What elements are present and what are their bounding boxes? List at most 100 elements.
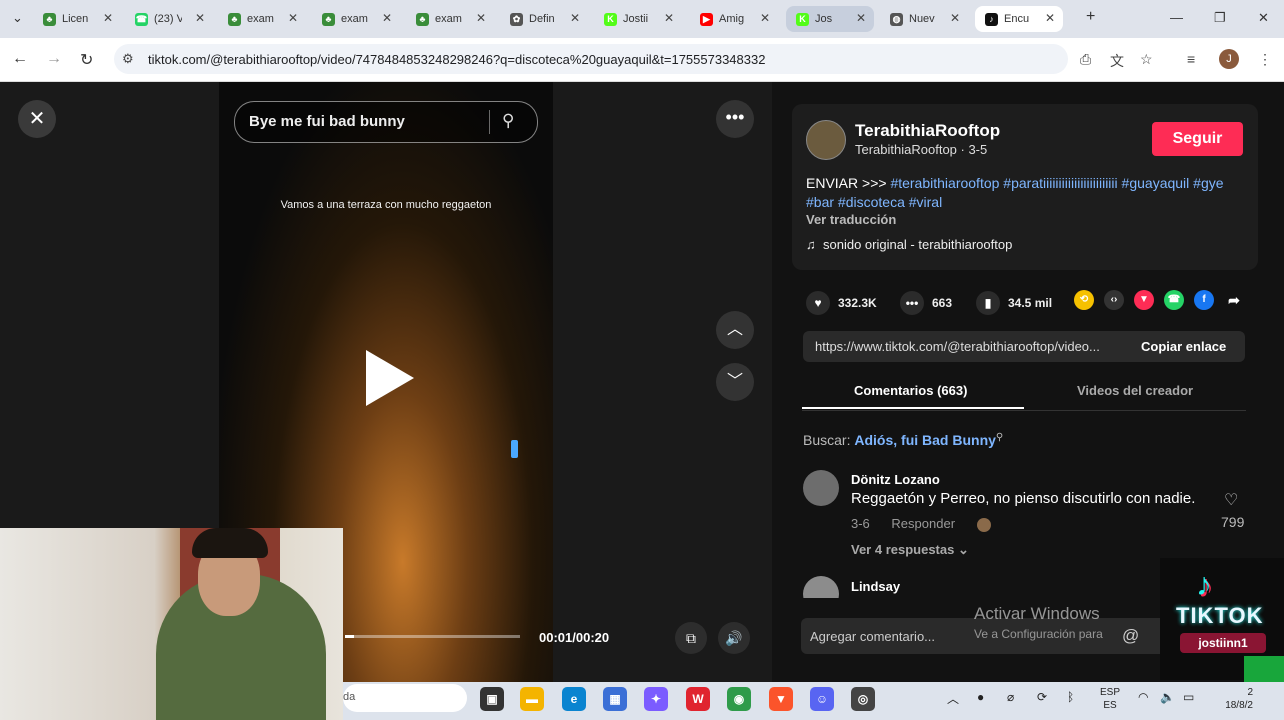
hashtag-link[interactable]: #terabithiarooftop <box>890 175 999 191</box>
copy-link-button[interactable]: Copiar enlace <box>1141 339 1226 354</box>
close-window-icon[interactable]: ✕ <box>1258 10 1269 26</box>
tab-search-icon[interactable]: ⌄ <box>12 10 23 26</box>
save-button[interactable]: ▮ 34.5 mil <box>976 291 1052 315</box>
close-video-button[interactable]: ✕ <box>18 100 56 138</box>
new-tab-icon[interactable]: + <box>1086 8 1095 26</box>
browser-tab[interactable]: ▶ Amig ✕ <box>690 6 778 32</box>
browser-tab[interactable]: ✿ Defin ✕ <box>500 6 588 32</box>
hashtag-link[interactable]: #guayaquil <box>1122 175 1190 191</box>
previous-video-button[interactable]: ︿ <box>716 311 754 349</box>
video-search-bar[interactable]: Bye me fui bad bunny ⚲ <box>234 101 538 143</box>
battery-icon[interactable]: ▭ <box>1183 690 1194 704</box>
wps-icon[interactable]: W <box>686 687 710 711</box>
comment-avatar[interactable] <box>803 470 839 506</box>
obs-icon[interactable]: ◎ <box>851 687 875 711</box>
comment-button[interactable]: ••• 663 <box>900 291 952 315</box>
comment-username[interactable]: Lindsay <box>851 579 900 594</box>
maximize-icon[interactable]: ❐ <box>1214 10 1226 26</box>
close-tab-icon[interactable]: ✕ <box>103 11 113 25</box>
floating-player-icon[interactable]: ⧉ <box>675 622 707 654</box>
tray-bluetooth-icon[interactable]: ᛒ <box>1067 690 1074 704</box>
brave-icon[interactable]: ▼ <box>769 687 793 711</box>
site-info-icon[interactable]: ⚙ <box>122 51 134 67</box>
browser-tab[interactable]: ♣ Licen ✕ <box>33 6 121 32</box>
bookmark-star-icon[interactable]: ☆ <box>1140 51 1153 68</box>
browser-tab[interactable]: K Jostii ✕ <box>594 6 682 32</box>
browser-menu-icon[interactable]: ⋮ <box>1258 51 1272 68</box>
close-tab-icon[interactable]: ✕ <box>950 11 960 25</box>
channel-name[interactable]: TerabithiaRooftop <box>855 121 1000 141</box>
minimize-icon[interactable]: — <box>1170 10 1183 25</box>
edge-icon[interactable]: e <box>562 687 586 711</box>
browser-tab[interactable]: K Jos ✕ <box>786 6 874 32</box>
browser-tab[interactable]: ☎ (23) V ✕ <box>125 6 213 32</box>
like-button[interactable]: ♥ 332.3K <box>806 291 877 315</box>
hashtag-link[interactable]: #discoteca <box>838 194 905 210</box>
back-icon[interactable]: ← <box>12 50 28 68</box>
copilot-icon[interactable]: ✦ <box>644 687 668 711</box>
music-info[interactable]: ♫ sonido original - terabithiarooftop <box>806 237 1012 252</box>
tab-comments[interactable]: Comentarios (663) <box>854 383 967 398</box>
comment-like-icon[interactable]: ♡ <box>1224 490 1238 510</box>
tray-app-icon[interactable]: ● <box>977 690 984 704</box>
chrome-icon[interactable]: ◉ <box>727 687 751 711</box>
send-icon[interactable]: ▼ <box>1134 290 1154 310</box>
browser-tab[interactable]: ◍ Nuev ✕ <box>880 6 968 32</box>
facebook-icon[interactable]: f <box>1194 290 1214 310</box>
profile-avatar[interactable]: J <box>1219 49 1239 69</box>
taskbar-search[interactable]: da <box>343 684 467 712</box>
comment-username[interactable]: Dönitz Lozano <box>851 472 940 487</box>
volume-icon[interactable]: 🔊 <box>718 622 750 654</box>
search-suggestion[interactable]: Buscar: Adiós, fui Bad Bunny⚲ <box>803 432 1003 448</box>
reload-icon[interactable]: ↻ <box>80 50 93 70</box>
hashtag-link[interactable]: #gye <box>1193 175 1223 191</box>
close-tab-icon[interactable]: ✕ <box>760 11 770 25</box>
task-view-icon[interactable]: ▣ <box>480 687 504 711</box>
hashtag-link[interactable]: #paratiiiiiiiiiiiiiiiiiiiiiiii <box>1003 175 1117 191</box>
tab-creator-videos[interactable]: Videos del creador <box>1077 383 1193 398</box>
close-tab-icon[interactable]: ✕ <box>856 11 866 25</box>
url-field[interactable]: ⚙ tiktok.com/@terabithiarooftop/video/74… <box>114 44 1068 74</box>
tray-sync-icon[interactable]: ⟳ <box>1037 690 1047 704</box>
speaker-icon[interactable]: 🔈 <box>1160 690 1175 704</box>
mention-icon[interactable]: @ <box>1122 626 1139 646</box>
browser-tab[interactable]: ♣ exam ✕ <box>312 6 400 32</box>
forward-icon[interactable]: → <box>46 50 62 68</box>
next-video-button[interactable]: ﹀ <box>716 363 754 401</box>
tray-expand-icon[interactable]: ︿ <box>947 690 959 707</box>
share-arrow-icon[interactable]: ➦ <box>1224 290 1244 310</box>
browser-tab[interactable]: ♪ Encu ✕ <box>975 6 1063 32</box>
hashtag-link[interactable]: #viral <box>909 194 942 210</box>
close-tab-icon[interactable]: ✕ <box>570 11 580 25</box>
repost-icon[interactable]: ⟲ <box>1074 290 1094 310</box>
search-suggestion-keyword[interactable]: Adiós, fui Bad Bunny <box>854 432 996 448</box>
translate-icon[interactable]: 文 <box>1110 51 1124 71</box>
embed-icon[interactable]: ‹› <box>1104 290 1124 310</box>
close-tab-icon[interactable]: ✕ <box>382 11 392 25</box>
channel-avatar[interactable] <box>806 120 846 160</box>
install-app-icon[interactable]: ⎙ <box>1080 51 1091 68</box>
browser-tab[interactable]: ♣ exam ✕ <box>406 6 494 32</box>
media-queue-icon[interactable]: ≡ <box>1187 51 1195 67</box>
whatsapp-icon[interactable]: ☎ <box>1164 290 1184 310</box>
close-tab-icon[interactable]: ✕ <box>664 11 674 25</box>
store-icon[interactable]: ▦ <box>603 687 627 711</box>
taskbar-clock[interactable]: 2 18/8/2 <box>1213 686 1253 712</box>
discord-icon[interactable]: ☺ <box>810 687 834 711</box>
video-progress-bar[interactable] <box>345 635 520 638</box>
hashtag-link[interactable]: #bar <box>806 194 834 210</box>
reply-button[interactable]: Responder <box>891 516 955 531</box>
more-options-button[interactable]: ••• <box>716 100 754 138</box>
play-icon[interactable] <box>366 350 414 406</box>
wifi-icon[interactable]: ◠ <box>1138 690 1148 704</box>
file-explorer-icon[interactable]: ▬ <box>520 687 544 711</box>
search-icon[interactable]: ⚲ <box>502 111 514 131</box>
view-replies-button[interactable]: Ver 4 respuestas ⌄ <box>851 542 969 558</box>
browser-tab[interactable]: ♣ exam ✕ <box>218 6 306 32</box>
tray-network-off-icon[interactable]: ⌀ <box>1007 690 1014 704</box>
close-tab-icon[interactable]: ✕ <box>476 11 486 25</box>
close-tab-icon[interactable]: ✕ <box>1045 11 1055 25</box>
close-tab-icon[interactable]: ✕ <box>195 11 205 25</box>
close-tab-icon[interactable]: ✕ <box>288 11 298 25</box>
input-language[interactable]: ESP ES <box>1100 686 1120 712</box>
